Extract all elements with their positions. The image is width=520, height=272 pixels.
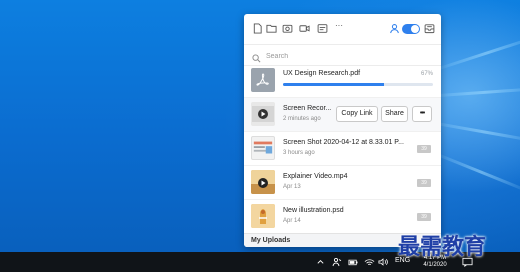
item-timestamp: Apr 14: [283, 218, 301, 224]
toggle-switch[interactable]: [402, 24, 420, 34]
image-thumbnail: [251, 136, 275, 160]
wallpaper-light-beam: [429, 32, 520, 73]
upload-item-video[interactable]: Explainer Video.mp4 Apr 13 39: [244, 166, 441, 200]
video-thumbnail: [251, 170, 275, 194]
item-timestamp: 3 hours ago: [283, 150, 315, 156]
pdf-thumbnail: [251, 68, 275, 92]
search-input[interactable]: [264, 48, 428, 64]
upload-progress-bar: [283, 83, 433, 86]
item-badge: 39: [417, 179, 431, 187]
video-record-icon[interactable]: [299, 23, 310, 34]
share-button[interactable]: Share: [381, 106, 408, 122]
watermark-logo: 最需教育: [398, 234, 487, 260]
wifi-icon[interactable]: [364, 257, 375, 267]
upload-item-pdf[interactable]: UX Design Research.pdf 67%: [244, 65, 441, 98]
wallpaper-light-beam: [429, 150, 520, 195]
item-title: UX Design Research.pdf: [283, 70, 361, 77]
item-title: Explainer Video.mp4: [283, 173, 348, 180]
footer-label: My Uploads: [251, 237, 291, 244]
folder-icon[interactable]: [266, 23, 277, 34]
more-options-button[interactable]: •••: [412, 106, 432, 122]
item-timestamp: 2 minutes ago: [283, 116, 321, 122]
panel-toolbar: ···: [244, 14, 441, 44]
video-thumbnail: [251, 102, 275, 126]
upload-progress-fill: [283, 83, 384, 86]
search-bar: [244, 44, 441, 66]
item-timestamp: Apr 13: [283, 184, 301, 190]
item-badge: 39: [417, 213, 431, 221]
psd-thumbnail: [251, 204, 275, 228]
people-icon[interactable]: [332, 257, 342, 267]
annotate-icon[interactable]: [317, 23, 328, 34]
copy-link-button[interactable]: Copy Link: [336, 106, 378, 122]
file-icon[interactable]: [252, 23, 263, 34]
item-title: New illustration.psd: [283, 207, 344, 214]
search-icon: [252, 50, 262, 63]
user-icon[interactable]: [389, 23, 400, 34]
toggle-knob: [411, 25, 419, 33]
volume-icon[interactable]: [378, 257, 389, 267]
chevron-up-icon[interactable]: [316, 257, 325, 267]
item-title: Screen Shot 2020-04-12 at 8.33.01 P...: [283, 139, 404, 146]
upload-item-screenshot[interactable]: Screen Shot 2020-04-12 at 8.33.01 P... 3…: [244, 132, 441, 166]
item-badge: 39: [417, 145, 431, 153]
upload-percent: 67%: [420, 71, 433, 77]
clock-date: 4/1/2020: [423, 262, 447, 268]
upload-item-recording[interactable]: Screen Recor... 2 minutes ago Copy Link …: [244, 98, 441, 132]
screenshot-icon[interactable]: [282, 23, 293, 34]
uploads-panel: ··· UX Design Research.pdf 67% Screen Re…: [244, 14, 441, 247]
inbox-icon[interactable]: [424, 23, 435, 34]
more-icon[interactable]: ···: [335, 21, 349, 32]
item-title: Screen Recor...: [283, 105, 332, 112]
battery-icon[interactable]: [348, 257, 359, 267]
